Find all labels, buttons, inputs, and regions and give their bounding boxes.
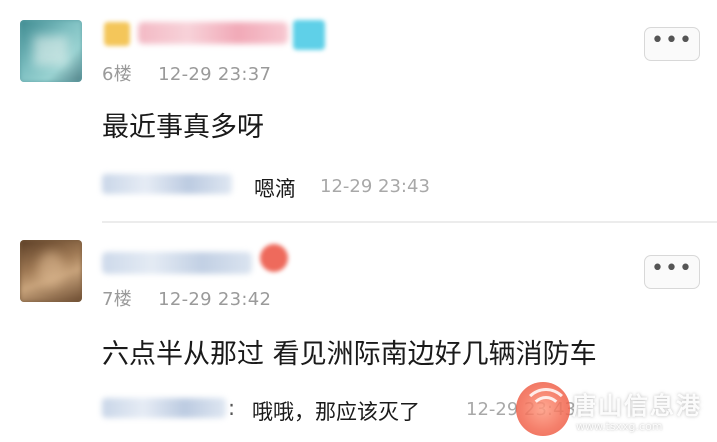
more-icon: ••• (651, 28, 693, 53)
comment-floor-6: 6楼 12-29 23:37 ••• 最近事真多呀 嗯滴 12-29 23:43 (0, 0, 717, 222)
reply-text: 嗯滴 (254, 177, 296, 201)
reply-colon: : (228, 396, 236, 420)
watermark: 唐山信息港 www.tsxxg.com (512, 374, 717, 442)
reply-username-blurred[interactable] (102, 398, 226, 418)
username-blurred[interactable] (102, 252, 252, 274)
post-time: 12-29 23:42 (158, 289, 272, 310)
vip-badge-icon (293, 20, 325, 50)
watermark-url: www.tsxxg.com (576, 420, 663, 433)
post-time: 12-29 23:37 (158, 64, 272, 85)
username-blurred[interactable] (138, 22, 288, 44)
level-badge-icon (260, 244, 288, 272)
floor-number: 6楼 (102, 64, 133, 85)
more-icon: ••• (651, 256, 693, 281)
avatar[interactable] (20, 20, 82, 82)
crown-icon (104, 22, 130, 46)
more-button[interactable]: ••• (644, 255, 700, 289)
watermark-text: 唐山信息港 (572, 392, 702, 420)
floor-time: 6楼 12-29 23:37 (102, 60, 271, 86)
more-button[interactable]: ••• (644, 27, 700, 61)
avatar[interactable] (20, 240, 82, 302)
comment-text: 六点半从那过 看见洲际南边好几辆消防车 (102, 339, 597, 370)
floor-number: 7楼 (102, 289, 133, 310)
comment-text: 最近事真多呀 (102, 112, 264, 143)
reply-username-blurred[interactable] (102, 174, 232, 194)
floor-time: 7楼 12-29 23:42 (102, 285, 271, 311)
reply-text: 哦哦，那应该灭了 (252, 400, 420, 424)
reply-time: 12-29 23:43 (320, 176, 430, 197)
